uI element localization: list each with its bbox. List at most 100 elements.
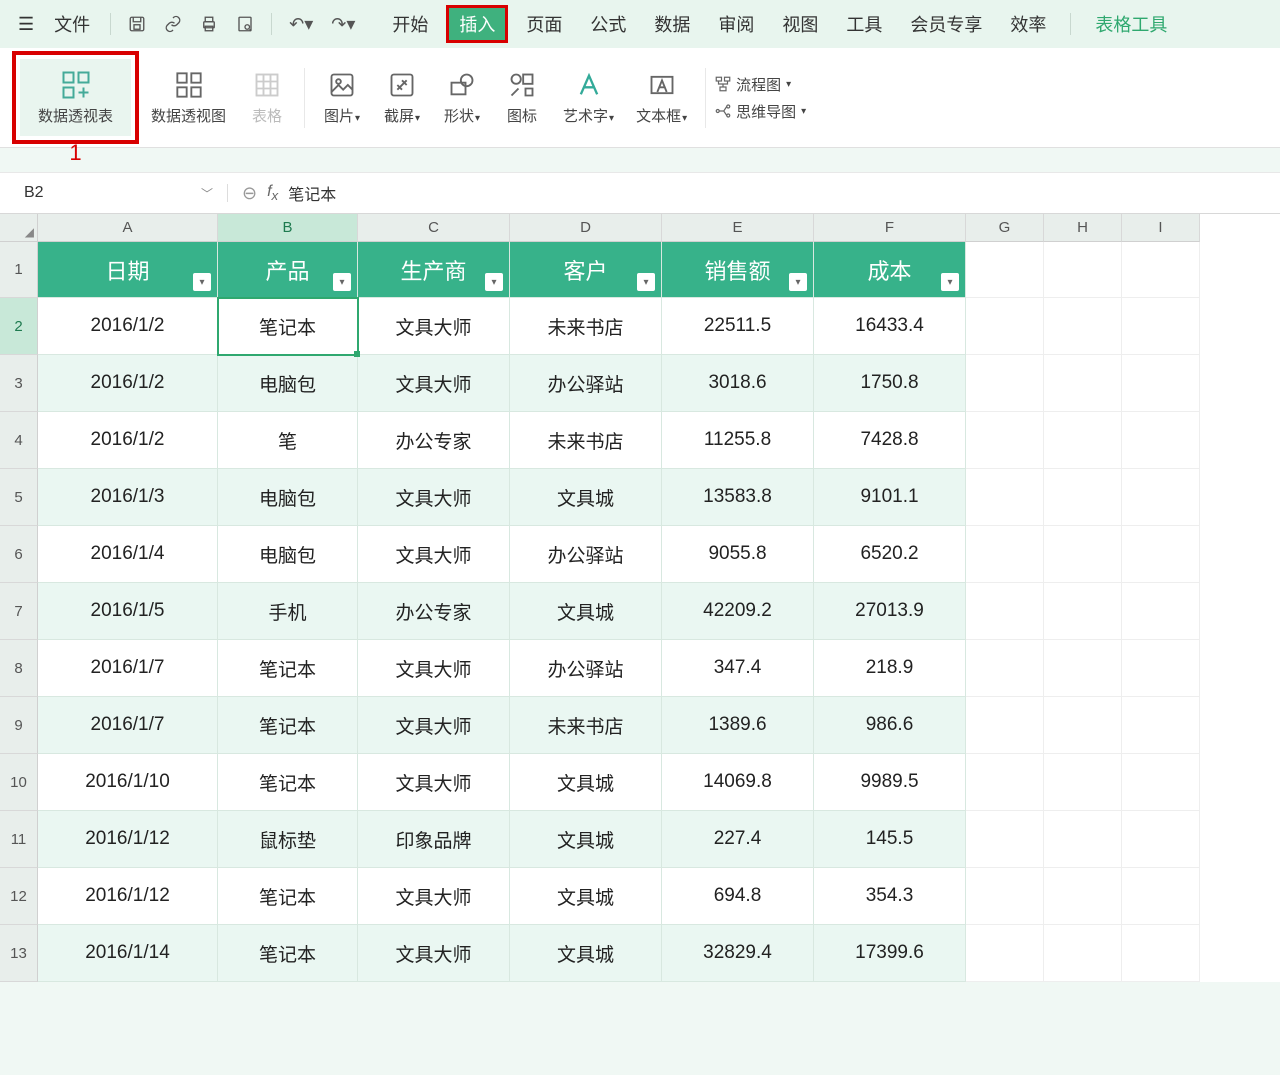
cell[interactable]: 文具大师	[358, 925, 510, 982]
col-header-D[interactable]: D	[510, 214, 662, 242]
cell[interactable]: 办公专家	[358, 583, 510, 640]
print-icon[interactable]	[193, 11, 225, 37]
cell[interactable]: 27013.9	[814, 583, 966, 640]
tab-start[interactable]: 开始	[382, 5, 438, 43]
cell[interactable]: 22511.5	[662, 298, 814, 355]
tab-efficiency[interactable]: 效率	[1000, 5, 1056, 43]
cell[interactable]	[1044, 583, 1122, 640]
cell[interactable]	[966, 583, 1044, 640]
col-header-F[interactable]: F	[814, 214, 966, 242]
cell[interactable]: 未来书店	[510, 298, 662, 355]
cell[interactable]	[966, 640, 1044, 697]
cell[interactable]: 笔记本	[218, 697, 358, 754]
filter-dropdown-icon[interactable]: ▾	[941, 273, 959, 291]
cell[interactable]: 笔记本	[218, 298, 358, 355]
cell[interactable]: 9055.8	[662, 526, 814, 583]
cell[interactable]	[1044, 697, 1122, 754]
cell[interactable]: 2016/1/14	[38, 925, 218, 982]
cell[interactable]: 2016/1/12	[38, 811, 218, 868]
cell[interactable]: 11255.8	[662, 412, 814, 469]
flowchart-button[interactable]: 流程图▾	[714, 74, 806, 95]
row-header-6[interactable]: 6	[0, 526, 38, 583]
filter-dropdown-icon[interactable]: ▾	[485, 273, 503, 291]
redo-icon[interactable]: ↷▾	[324, 10, 362, 39]
row-header-13[interactable]: 13	[0, 925, 38, 982]
cell[interactable]: 2016/1/4	[38, 526, 218, 583]
cell[interactable]: 鼠标垫	[218, 811, 358, 868]
row-header-5[interactable]: 5	[0, 469, 38, 526]
col-header-C[interactable]: C	[358, 214, 510, 242]
cell[interactable]: 办公驿站	[510, 355, 662, 412]
cell[interactable]: 2016/1/3	[38, 469, 218, 526]
cell[interactable]: 文具大师	[358, 754, 510, 811]
cell[interactable]: 986.6	[814, 697, 966, 754]
col-header-G[interactable]: G	[966, 214, 1044, 242]
cell[interactable]: 文具城	[510, 925, 662, 982]
cell[interactable]	[966, 868, 1044, 925]
cell[interactable]	[1122, 469, 1200, 526]
header-cell[interactable]: 生产商▾	[358, 242, 510, 298]
cell[interactable]: 手机	[218, 583, 358, 640]
name-box[interactable]: B2 ﹀	[10, 184, 228, 202]
cell[interactable]: 1750.8	[814, 355, 966, 412]
header-cell[interactable]: 产品▾	[218, 242, 358, 298]
cell[interactable]	[966, 754, 1044, 811]
cell[interactable]	[1122, 355, 1200, 412]
cell[interactable]: 694.8	[662, 868, 814, 925]
cell[interactable]: 办公驿站	[510, 640, 662, 697]
cell[interactable]: 笔	[218, 412, 358, 469]
cell[interactable]: 2016/1/12	[38, 868, 218, 925]
cell[interactable]	[1122, 925, 1200, 982]
cell[interactable]: 办公驿站	[510, 526, 662, 583]
zoom-out-icon[interactable]: ⊖	[242, 183, 257, 204]
row-header-8[interactable]: 8	[0, 640, 38, 697]
cell[interactable]: 354.3	[814, 868, 966, 925]
wordart-button[interactable]: 艺术字▾	[553, 63, 624, 132]
cell[interactable]	[1122, 868, 1200, 925]
undo-icon[interactable]: ↶▾	[282, 10, 320, 39]
header-cell[interactable]: 日期▾	[38, 242, 218, 298]
cell[interactable]: 32829.4	[662, 925, 814, 982]
cell[interactable]: 文具大师	[358, 355, 510, 412]
cell[interactable]	[1122, 640, 1200, 697]
cell[interactable]: 42209.2	[662, 583, 814, 640]
cell[interactable]: 未来书店	[510, 697, 662, 754]
cell[interactable]	[966, 298, 1044, 355]
cell[interactable]	[1122, 583, 1200, 640]
cell[interactable]: 227.4	[662, 811, 814, 868]
cell[interactable]	[1122, 754, 1200, 811]
tab-member[interactable]: 会员专享	[900, 5, 992, 43]
cell[interactable]: 未来书店	[510, 412, 662, 469]
cell[interactable]	[1122, 298, 1200, 355]
filter-dropdown-icon[interactable]: ▾	[193, 273, 211, 291]
cell[interactable]	[1122, 526, 1200, 583]
save-icon[interactable]	[121, 11, 153, 37]
cell[interactable]: 2016/1/10	[38, 754, 218, 811]
cell[interactable]: 笔记本	[218, 868, 358, 925]
cell[interactable]: 7428.8	[814, 412, 966, 469]
formula-input-area[interactable]: ⊖ fx 笔记本	[228, 181, 1280, 205]
cell[interactable]: 文具城	[510, 583, 662, 640]
cell[interactable]	[1044, 526, 1122, 583]
shapes-button[interactable]: 形状▾	[433, 63, 491, 132]
row-header-2[interactable]: 2	[0, 298, 38, 355]
cell[interactable]	[1044, 412, 1122, 469]
cell[interactable]	[966, 412, 1044, 469]
header-cell[interactable]: 客户▾	[510, 242, 662, 298]
cell[interactable]: 1389.6	[662, 697, 814, 754]
cell[interactable]: 16433.4	[814, 298, 966, 355]
cell[interactable]: 14069.8	[662, 754, 814, 811]
tab-table-tools[interactable]: 表格工具	[1085, 5, 1177, 43]
icons-button[interactable]: 图标	[493, 63, 551, 132]
cell[interactable]: 文具城	[510, 868, 662, 925]
cell[interactable]: 3018.6	[662, 355, 814, 412]
cell[interactable]: 218.9	[814, 640, 966, 697]
tab-view[interactable]: 视图	[772, 5, 828, 43]
cell[interactable]: 笔记本	[218, 754, 358, 811]
cell[interactable]: 2016/1/2	[38, 298, 218, 355]
col-header-A[interactable]: A	[38, 214, 218, 242]
filter-dropdown-icon[interactable]: ▾	[333, 273, 351, 291]
cell[interactable]	[1044, 469, 1122, 526]
link-icon[interactable]	[157, 11, 189, 37]
cell[interactable]: 文具大师	[358, 640, 510, 697]
